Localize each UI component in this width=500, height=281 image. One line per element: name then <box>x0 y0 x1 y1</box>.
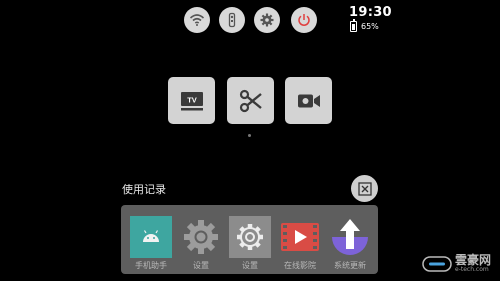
gear-outline-icon <box>229 216 271 258</box>
watermark-brand: 雲豪网 <box>455 253 492 267</box>
recent-app-label: 在线影院 <box>284 261 316 270</box>
clock-time: 19:30 <box>349 5 392 20</box>
clear-recent-button[interactable] <box>351 175 378 202</box>
recent-apps-panel: 手机助手 设置 设置 在线影院 系统更新 <box>121 205 378 274</box>
upload-arrow-icon <box>329 216 371 258</box>
tv-icon-text: TV <box>187 95 197 104</box>
tv-tile[interactable]: TV <box>168 77 215 124</box>
gear-icon <box>180 216 222 258</box>
film-play-icon <box>279 216 321 258</box>
site-watermark: 雲豪网 e-tech.com <box>422 253 492 273</box>
video-camera-tile[interactable] <box>285 77 332 124</box>
wifi-toggle[interactable] <box>184 7 210 33</box>
clear-all-icon <box>357 181 372 196</box>
video-camera-icon <box>297 94 320 107</box>
recent-app-phone-assistant[interactable]: 手机助手 <box>128 216 174 271</box>
wifi-icon <box>189 14 205 26</box>
battery-status: 65% <box>350 19 379 32</box>
recent-app-settings[interactable]: 设置 <box>178 216 224 271</box>
tv-icon: TV <box>180 91 203 110</box>
recent-title: 使用记录 <box>122 183 166 196</box>
scissors-tile[interactable] <box>227 77 274 124</box>
recent-app-label: 设置 <box>242 261 258 270</box>
settings-toggle[interactable] <box>254 7 280 33</box>
recent-app-online-cinema[interactable]: 在线影院 <box>277 216 323 271</box>
logo-icon <box>422 256 452 272</box>
battery-percent: 65% <box>361 22 379 31</box>
power-icon <box>298 14 310 26</box>
android-icon <box>130 216 172 258</box>
remote-toggle[interactable] <box>219 7 245 33</box>
power-toggle[interactable] <box>291 7 317 33</box>
recent-app-settings-alt[interactable]: 设置 <box>227 216 273 271</box>
remote-icon <box>228 12 236 28</box>
recent-app-label: 设置 <box>193 261 209 270</box>
recent-app-label: 手机助手 <box>135 261 167 270</box>
recent-app-system-update[interactable]: 系统更新 <box>327 216 373 271</box>
page-indicator-dot <box>248 134 251 137</box>
watermark-url: e-tech.com <box>455 266 489 273</box>
recent-app-label: 系统更新 <box>334 261 366 270</box>
scissors-icon <box>239 89 262 112</box>
battery-icon <box>350 19 357 32</box>
gear-icon <box>260 13 274 27</box>
